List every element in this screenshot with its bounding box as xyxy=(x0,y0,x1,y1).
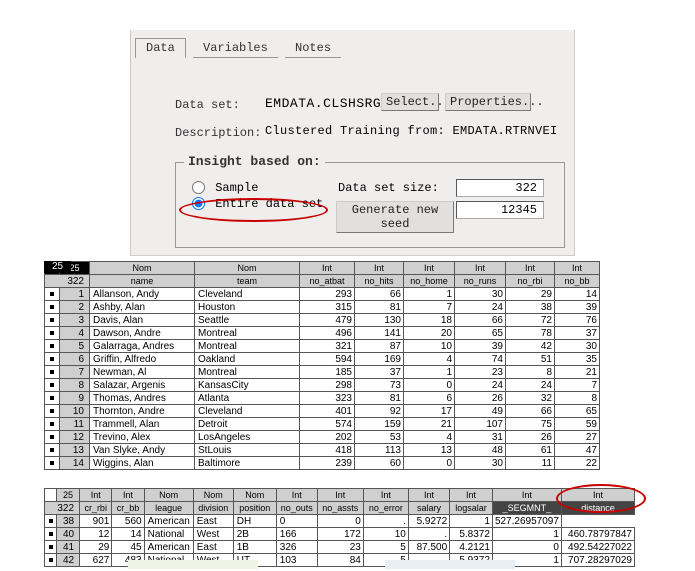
radio-entire[interactable]: Entire data set xyxy=(192,197,323,211)
grid-cursor-cell: 25 xyxy=(44,261,71,273)
dialog-panel: Data Variables Notes Data set: EMDATA.CL… xyxy=(130,30,575,256)
description-label: Description: xyxy=(175,126,261,140)
dataset-value: EMDATA.CLSHSRGQ xyxy=(265,96,390,111)
tab-notes[interactable]: Notes xyxy=(285,39,341,58)
radio-sample-label: Sample xyxy=(215,181,258,195)
select-button[interactable]: Select... xyxy=(381,93,439,111)
dataset-size-field[interactable]: 322 xyxy=(456,179,544,197)
radio-sample[interactable]: Sample xyxy=(192,181,258,195)
decorative-block-2 xyxy=(385,560,515,569)
description-value: Clustered Training from: EMDATA.RTRNVEI xyxy=(265,124,565,138)
dataset-size-label: Data set size: xyxy=(338,181,439,195)
decorative-block-1 xyxy=(128,560,258,569)
insight-title: Insight based on: xyxy=(184,154,325,169)
radio-entire-label: Entire data set xyxy=(215,197,323,211)
tab-data[interactable]: Data xyxy=(135,38,186,59)
data-grid-main[interactable]: 25NomNomIntIntIntIntIntInt322nameteamno_… xyxy=(44,261,635,470)
seed-field[interactable]: 12345 xyxy=(456,201,544,219)
properties-button[interactable]: Properties... xyxy=(445,93,531,111)
data-grid-extended[interactable]: 25IntIntNomNomNomIntIntIntIntIntIntInt32… xyxy=(44,488,635,567)
generate-seed-button[interactable]: Generate new seed xyxy=(336,201,454,233)
insight-group: Insight based on: Sample Entire data set… xyxy=(175,162,565,248)
dataset-label: Data set: xyxy=(175,98,240,112)
tab-row: Data Variables Notes xyxy=(135,38,341,59)
tab-variables[interactable]: Variables xyxy=(193,39,278,58)
